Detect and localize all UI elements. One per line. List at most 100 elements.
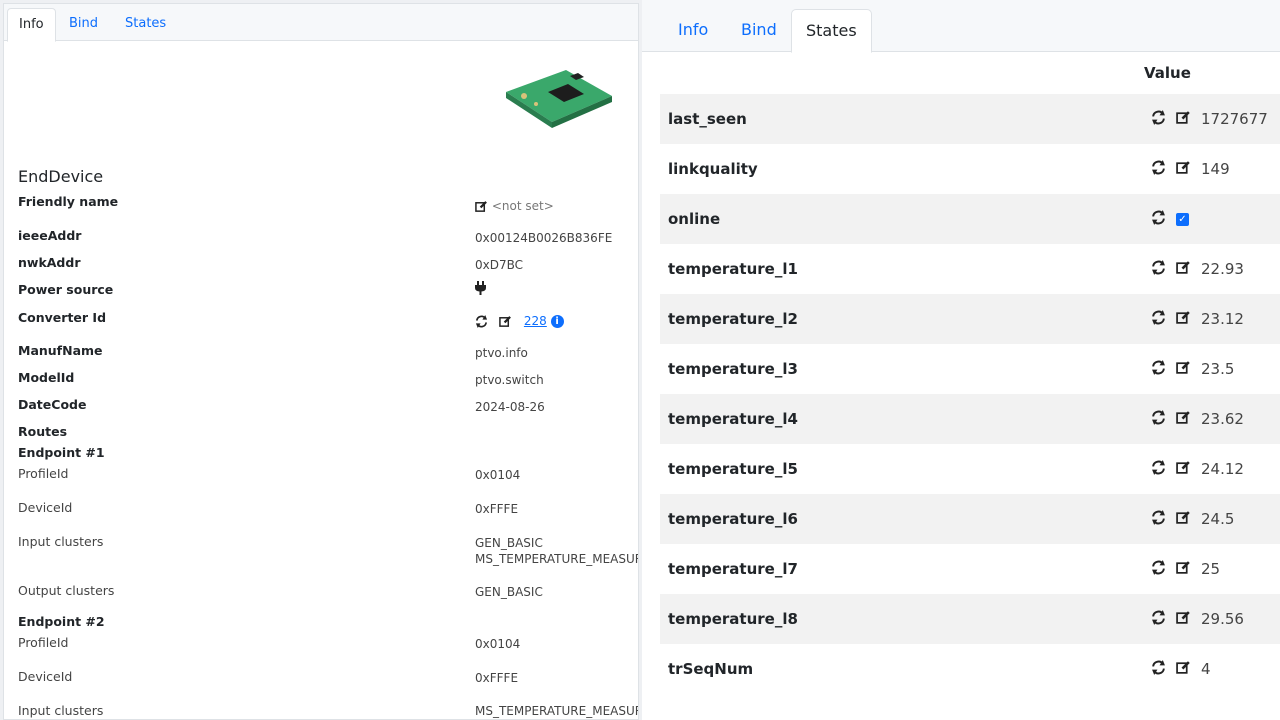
tab-bind[interactable]: Bind (727, 9, 791, 53)
plug-icon (475, 280, 486, 295)
state-row: trSeqNum 4 (660, 644, 1280, 694)
routes-label: Routes (18, 424, 68, 439)
refresh-icon[interactable] (1151, 195, 1166, 245)
state-value: 22.93 (1201, 260, 1244, 278)
edit-icon[interactable] (1176, 145, 1191, 195)
state-value-cell: 24.5 (1151, 494, 1234, 544)
state-name: last_seen (668, 110, 747, 128)
converter-id-value: 228 i (475, 314, 564, 328)
profile-id-value: 0x0104 (475, 468, 521, 482)
refresh-icon[interactable] (1151, 295, 1166, 345)
state-value-cell: 149 (1151, 144, 1230, 194)
output-clusters-label: Output clusters (18, 583, 115, 598)
state-name: temperature_l4 (668, 410, 798, 428)
device-states-panel: Info Bind States Value last_seen 1727677 l… (642, 0, 1280, 720)
state-row: temperature_l6 24.5 (660, 494, 1280, 544)
state-value-cell: 29.56 (1151, 594, 1244, 644)
refresh-icon[interactable] (1151, 95, 1166, 145)
state-value: 1727677 (1201, 110, 1268, 128)
tab-info[interactable]: Info (664, 9, 722, 53)
converter-id-link[interactable]: 228 (524, 314, 547, 328)
edit-icon[interactable] (1176, 395, 1191, 445)
profile-id-value: 0x0104 (475, 637, 521, 651)
refresh-icon[interactable] (1151, 645, 1166, 695)
converter-id-label: Converter Id (18, 310, 107, 325)
refresh-icon[interactable] (1151, 245, 1166, 295)
refresh-icon[interactable] (1151, 545, 1166, 595)
state-row: temperature_l7 25 (660, 544, 1280, 594)
edit-icon[interactable] (1176, 95, 1191, 145)
tab-states[interactable]: States (791, 9, 872, 53)
info-icon[interactable]: i (550, 315, 564, 328)
edit-icon[interactable] (1176, 495, 1191, 545)
state-value: 25 (1201, 560, 1221, 578)
nwk-addr-label: nwkAddr (18, 255, 81, 270)
edit-icon[interactable] (1176, 345, 1191, 395)
device-id-value: 0xFFFE (475, 502, 519, 516)
profile-id-label: ProfileId (18, 635, 69, 650)
refresh-icon[interactable] (1151, 345, 1166, 395)
state-value-cell: 23.12 (1151, 294, 1244, 344)
ieee-addr-label: ieeeAddr (18, 228, 82, 243)
refresh-icon[interactable] (1151, 495, 1166, 545)
power-source-value (475, 280, 486, 295)
state-value-cell: 24.12 (1151, 444, 1244, 494)
power-source-label: Power source (18, 282, 114, 297)
state-row: last_seen 1727677 (660, 94, 1280, 144)
state-value-cell: 23.5 (1151, 344, 1234, 394)
refresh-icon[interactable] (1151, 145, 1166, 195)
device-image (506, 70, 612, 128)
state-value: 23.12 (1201, 310, 1244, 328)
state-row: temperature_l3 23.5 (660, 344, 1280, 394)
state-row: temperature_l2 23.12 (660, 294, 1280, 344)
state-row: linkquality 149 (660, 144, 1280, 194)
refresh-icon[interactable] (1151, 395, 1166, 445)
refresh-icon[interactable] (1151, 595, 1166, 645)
manuf-name-label: ManufName (18, 343, 103, 358)
state-name: temperature_l5 (668, 460, 798, 478)
model-id-value: ptvo.switch (475, 373, 544, 387)
state-name: online (668, 210, 721, 228)
state-name: temperature_l2 (668, 310, 798, 328)
device-info-panel: Info Bind States EndDevice Friendly name… (3, 3, 639, 720)
value-column-header: Value (1144, 64, 1191, 82)
state-value: 23.62 (1201, 410, 1244, 428)
state-value-cell: 25 (1151, 544, 1220, 594)
cluster-item: MS_TEMPERATURE_MEASUREM (475, 552, 638, 566)
state-name: linkquality (668, 160, 758, 178)
friendly-name-value: <not set> (475, 199, 554, 213)
edit-icon[interactable] (1176, 245, 1191, 295)
edit-icon[interactable] (1176, 545, 1191, 595)
state-value: 29.56 (1201, 610, 1244, 628)
edit-icon[interactable] (1176, 445, 1191, 495)
state-row: temperature_l5 24.12 (660, 444, 1280, 494)
tab-bind[interactable]: Bind (58, 8, 109, 42)
manuf-name-value: ptvo.info (475, 346, 528, 360)
state-value: 24.12 (1201, 460, 1244, 478)
nwk-addr-value: 0xD7BC (475, 258, 524, 272)
state-value: 23.5 (1201, 360, 1235, 378)
refresh-icon[interactable] (1151, 445, 1166, 495)
date-code-label: DateCode (18, 397, 87, 412)
state-value-cell: 22.93 (1151, 244, 1244, 294)
state-value-cell: 23.62 (1151, 394, 1244, 444)
input-clusters-label: Input clusters (18, 534, 104, 549)
state-name: temperature_l7 (668, 560, 798, 578)
edit-icon[interactable] (475, 200, 488, 213)
edit-icon[interactable] (1176, 645, 1191, 695)
refresh-icon[interactable] (475, 315, 488, 328)
input-clusters-label: Input clusters (18, 703, 104, 718)
endpoint-title: Endpoint #1 (18, 445, 105, 460)
edit-icon[interactable] (499, 315, 512, 328)
edit-icon[interactable] (1176, 595, 1191, 645)
state-value-cell: 4 (1151, 644, 1211, 694)
friendly-name-text: <not set> (491, 199, 554, 213)
endpoint-title: Endpoint #2 (18, 614, 105, 629)
edit-icon[interactable] (1176, 295, 1191, 345)
tab-info[interactable]: Info (7, 8, 56, 42)
state-name: temperature_l1 (668, 260, 798, 278)
info-tabbar: Info Bind States (4, 4, 638, 42)
state-name: temperature_l6 (668, 510, 798, 528)
online-checkbox[interactable]: ✓ (1176, 213, 1189, 226)
tab-states[interactable]: States (114, 8, 177, 42)
